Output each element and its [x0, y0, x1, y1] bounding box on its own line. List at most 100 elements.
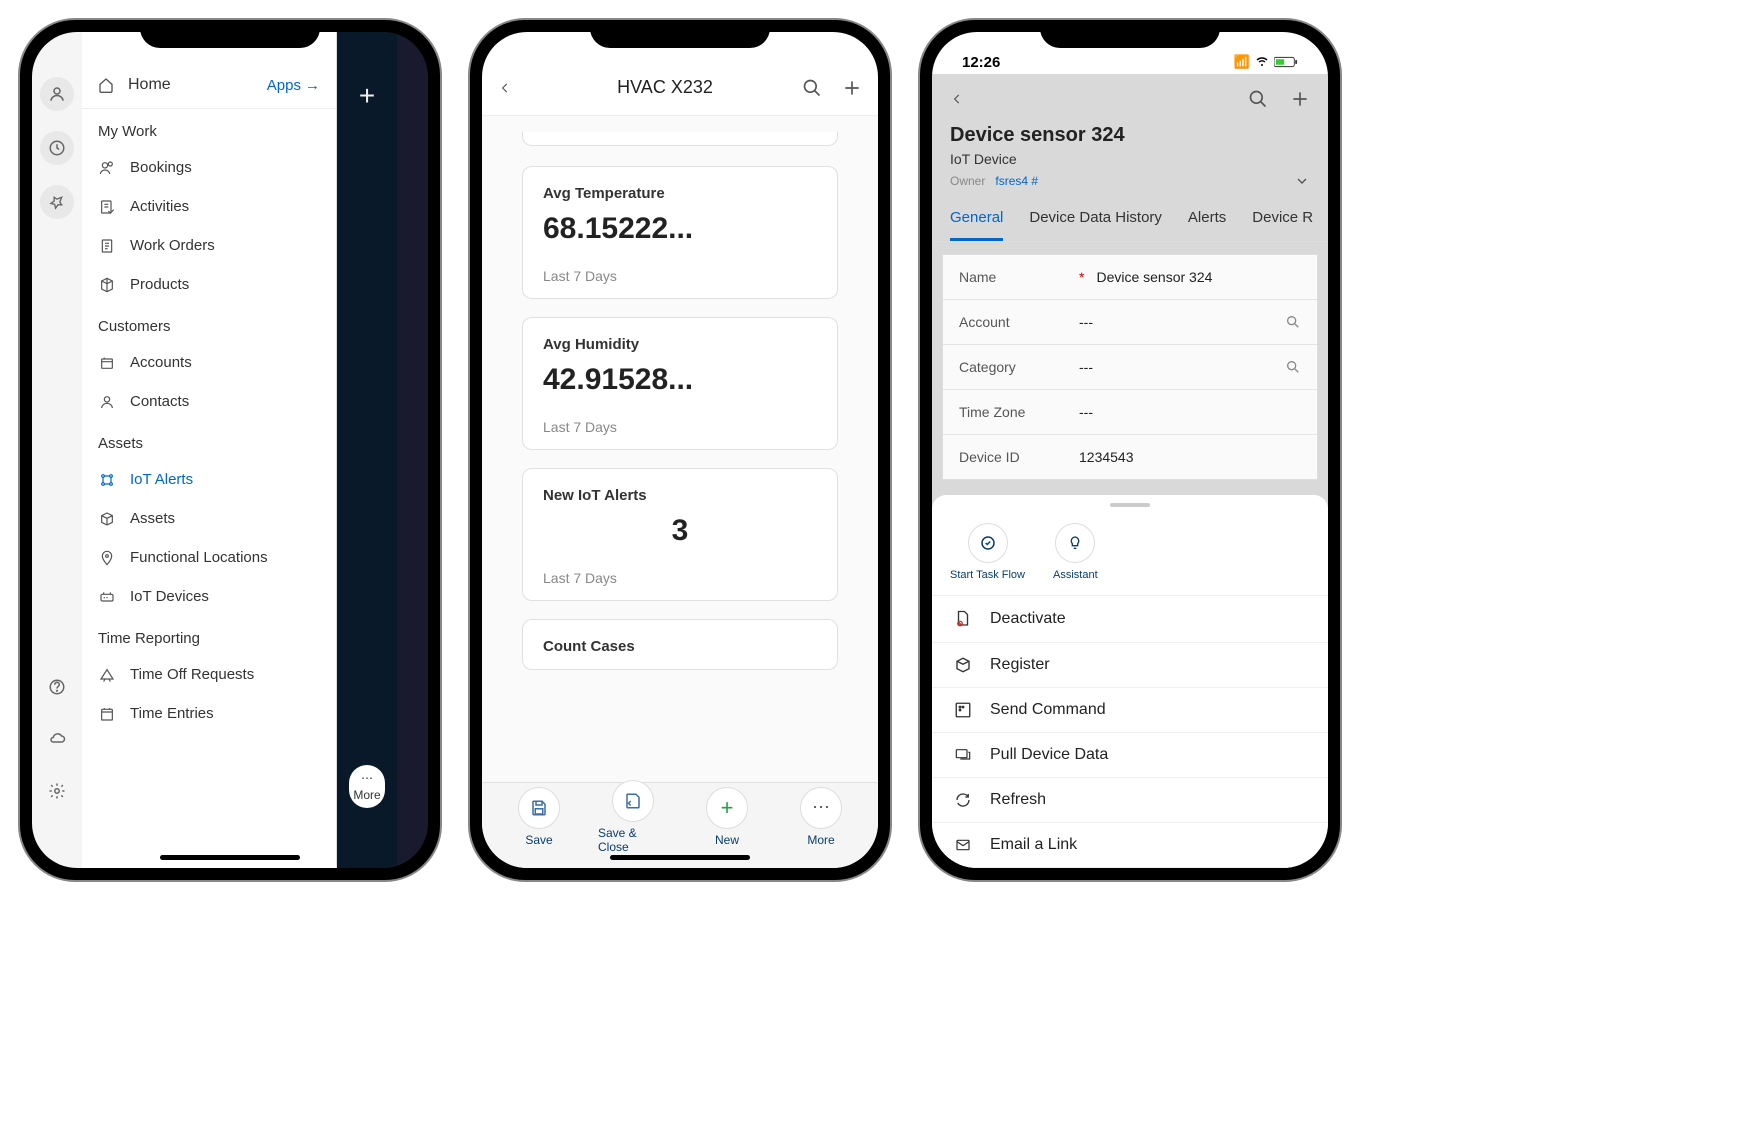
assistant-button[interactable]: Assistant — [1053, 523, 1098, 581]
home-row[interactable]: Home Apps → — [82, 62, 336, 109]
save-close-icon — [612, 780, 654, 822]
profile-icon[interactable] — [40, 77, 74, 111]
more-icon: ⋯ — [361, 771, 373, 785]
clock-icon[interactable] — [40, 131, 74, 165]
work-orders-icon — [98, 238, 116, 254]
signal-icon: 📶 — [1234, 54, 1250, 70]
nav-accounts[interactable]: Accounts — [82, 343, 336, 382]
accounts-icon — [98, 355, 116, 371]
home-indicator — [610, 855, 750, 860]
start-task-flow-button[interactable]: Start Task Flow — [950, 523, 1025, 581]
iot-devices-icon — [98, 589, 116, 605]
wifi-icon — [1254, 56, 1270, 68]
status-time: 12:26 — [962, 54, 1000, 71]
action-refresh[interactable]: Refresh — [932, 778, 1328, 823]
card-label: Avg Humidity — [543, 336, 817, 353]
nav-functional-locations[interactable]: Functional Locations — [82, 538, 336, 577]
card-period: Last 7 Days — [543, 570, 817, 586]
apps-link[interactable]: Apps → — [267, 77, 320, 94]
nav-contacts[interactable]: Contacts — [82, 382, 336, 421]
pull-data-icon — [952, 747, 974, 763]
nav-iot-alerts[interactable]: IoT Alerts — [82, 460, 336, 499]
save-button[interactable]: Save — [504, 787, 574, 847]
section-assets: Assets — [82, 421, 336, 460]
locations-icon — [98, 550, 116, 566]
home-icon — [98, 77, 114, 93]
back-button[interactable] — [498, 78, 528, 98]
sheet-handle[interactable] — [1110, 503, 1150, 507]
search-icon[interactable] — [802, 78, 822, 98]
action-register[interactable]: Register — [932, 643, 1328, 688]
new-button[interactable]: + New — [692, 787, 762, 847]
card-count-cases[interactable]: Count Cases — [522, 619, 838, 670]
register-icon — [952, 656, 974, 674]
action-deactivate[interactable]: Deactivate — [932, 596, 1328, 643]
save-icon — [518, 787, 560, 829]
deactivate-icon — [952, 609, 974, 629]
send-command-icon — [952, 701, 974, 719]
gear-icon[interactable] — [40, 774, 74, 808]
cloud-icon[interactable] — [40, 722, 74, 756]
card-edge — [522, 132, 838, 146]
action-send-command[interactable]: Send Command — [932, 688, 1328, 733]
more-button[interactable]: ⋯ More — [349, 765, 384, 808]
header: HVAC X232 — [482, 60, 878, 116]
nav-time-off[interactable]: Time Off Requests — [82, 655, 336, 694]
phone-mock-3: 12:26 📶 Device sensor 324 IoT — [920, 20, 1340, 880]
status-bar: 12:26 📶 — [932, 50, 1328, 74]
more-button[interactable]: ⋯ More — [786, 787, 856, 847]
nav-activities[interactable]: Activities — [82, 187, 336, 226]
iot-alerts-icon — [98, 472, 116, 488]
dashboard-body: Avg Temperature 68.15222... Last 7 Days … — [482, 116, 878, 782]
home-indicator — [160, 855, 300, 860]
card-avg-humidity[interactable]: Avg Humidity 42.91528... Last 7 Days — [522, 317, 838, 450]
add-icon[interactable]: + — [359, 80, 375, 112]
nav-products[interactable]: Products — [82, 265, 336, 304]
help-icon[interactable] — [40, 670, 74, 704]
time-off-icon — [98, 667, 116, 683]
nav-bookings[interactable]: Bookings — [82, 148, 336, 187]
email-icon — [952, 837, 974, 853]
add-icon[interactable] — [842, 78, 862, 98]
card-period: Last 7 Days — [543, 268, 817, 284]
refresh-icon — [952, 791, 974, 809]
home-label: Home — [128, 76, 171, 94]
section-time-reporting: Time Reporting — [82, 616, 336, 655]
nav-work-orders[interactable]: Work Orders — [82, 226, 336, 265]
card-period: Last 7 Days — [543, 419, 817, 435]
section-my-work: My Work — [82, 109, 336, 148]
more-icon: ⋯ — [800, 787, 842, 829]
task-flow-icon — [968, 523, 1008, 563]
nav-time-entries[interactable]: Time Entries — [82, 694, 336, 733]
phone-mock-1: Home Apps → My Work Bookings Activities … — [20, 20, 440, 880]
pin-icon[interactable] — [40, 185, 74, 219]
content-overlay: + ⋯ More — [337, 32, 397, 868]
card-avg-temperature[interactable]: Avg Temperature 68.15222... Last 7 Days — [522, 166, 838, 299]
action-sheet: Start Task Flow Assistant Deactivate Reg… — [932, 495, 1328, 868]
action-pull-device-data[interactable]: Pull Device Data — [932, 733, 1328, 778]
time-entries-icon — [98, 706, 116, 722]
assistant-icon — [1055, 523, 1095, 563]
nav-rail — [32, 32, 82, 868]
card-value: 68.15222... — [543, 212, 817, 246]
arrow-right-icon: → — [305, 77, 320, 94]
card-label: New IoT Alerts — [543, 487, 817, 504]
section-customers: Customers — [82, 304, 336, 343]
nav-assets[interactable]: Assets — [82, 499, 336, 538]
phone-mock-2: HVAC X232 Avg Temperature 68.15222... La… — [470, 20, 890, 880]
page-title: HVAC X232 — [528, 77, 802, 98]
nav-iot-devices[interactable]: IoT Devices — [82, 577, 336, 616]
contacts-icon — [98, 394, 116, 410]
save-close-button[interactable]: Save & Close — [598, 780, 668, 854]
card-value: 42.91528... — [543, 363, 817, 397]
bookings-icon — [98, 160, 116, 176]
activities-icon — [98, 199, 116, 215]
card-new-iot-alerts[interactable]: New IoT Alerts 3 Last 7 Days — [522, 468, 838, 601]
products-icon — [98, 277, 116, 293]
assets-icon — [98, 511, 116, 527]
card-value: 3 — [543, 514, 817, 548]
card-label: Count Cases — [543, 638, 817, 655]
action-email-link[interactable]: Email a Link — [932, 823, 1328, 868]
new-icon: + — [706, 787, 748, 829]
battery-icon — [1274, 56, 1298, 68]
